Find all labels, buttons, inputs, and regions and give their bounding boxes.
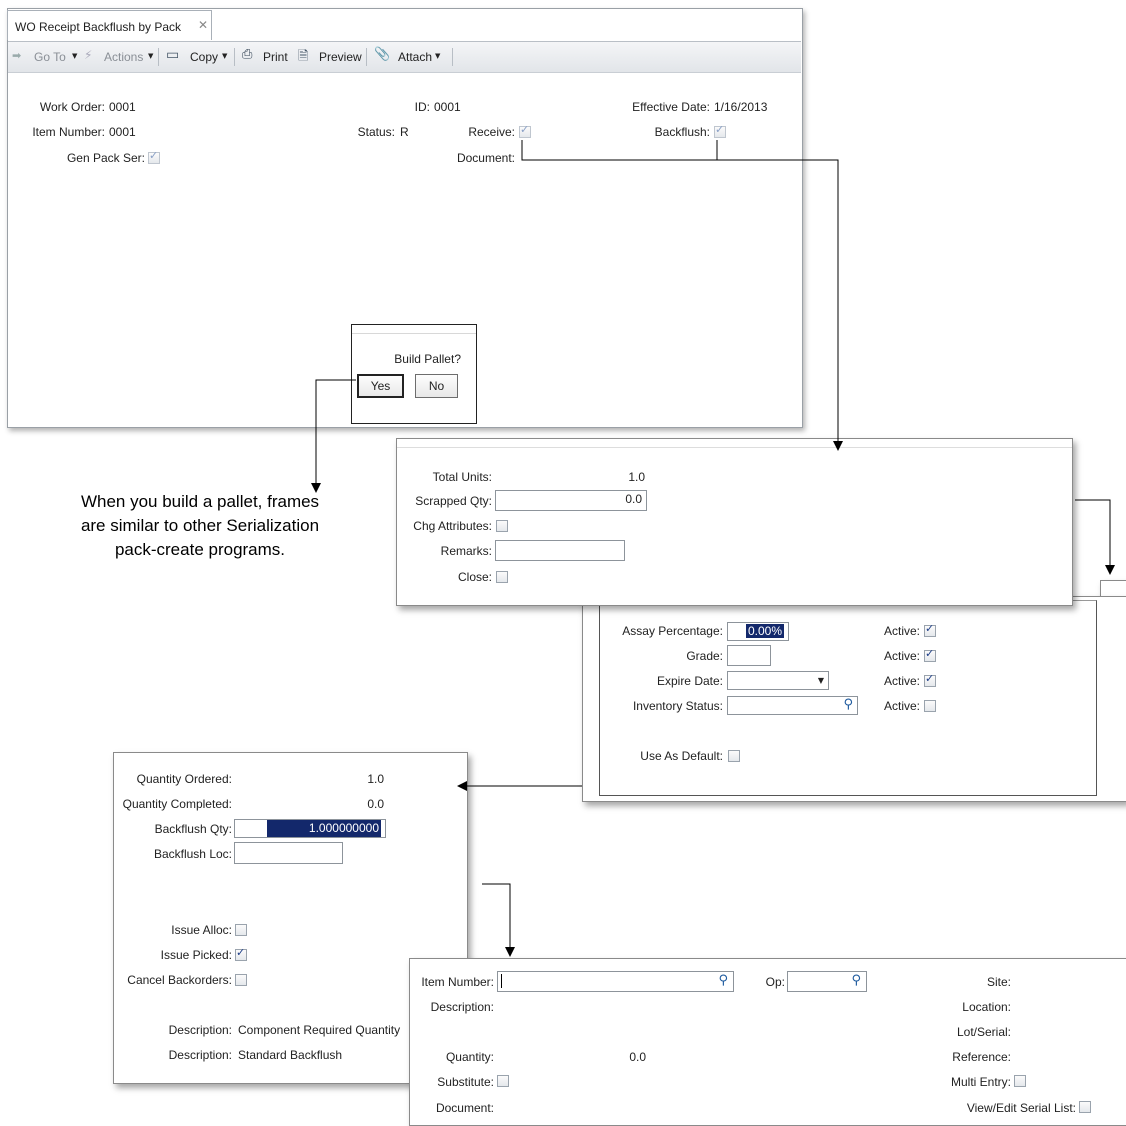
arrow-backflush-to-component <box>482 883 515 957</box>
arrow-units-to-right <box>1075 499 1115 575</box>
arrow-receive-line <box>521 140 843 451</box>
arrow-yes-to-annotation <box>311 379 356 493</box>
connector-arrows <box>311 140 1115 957</box>
